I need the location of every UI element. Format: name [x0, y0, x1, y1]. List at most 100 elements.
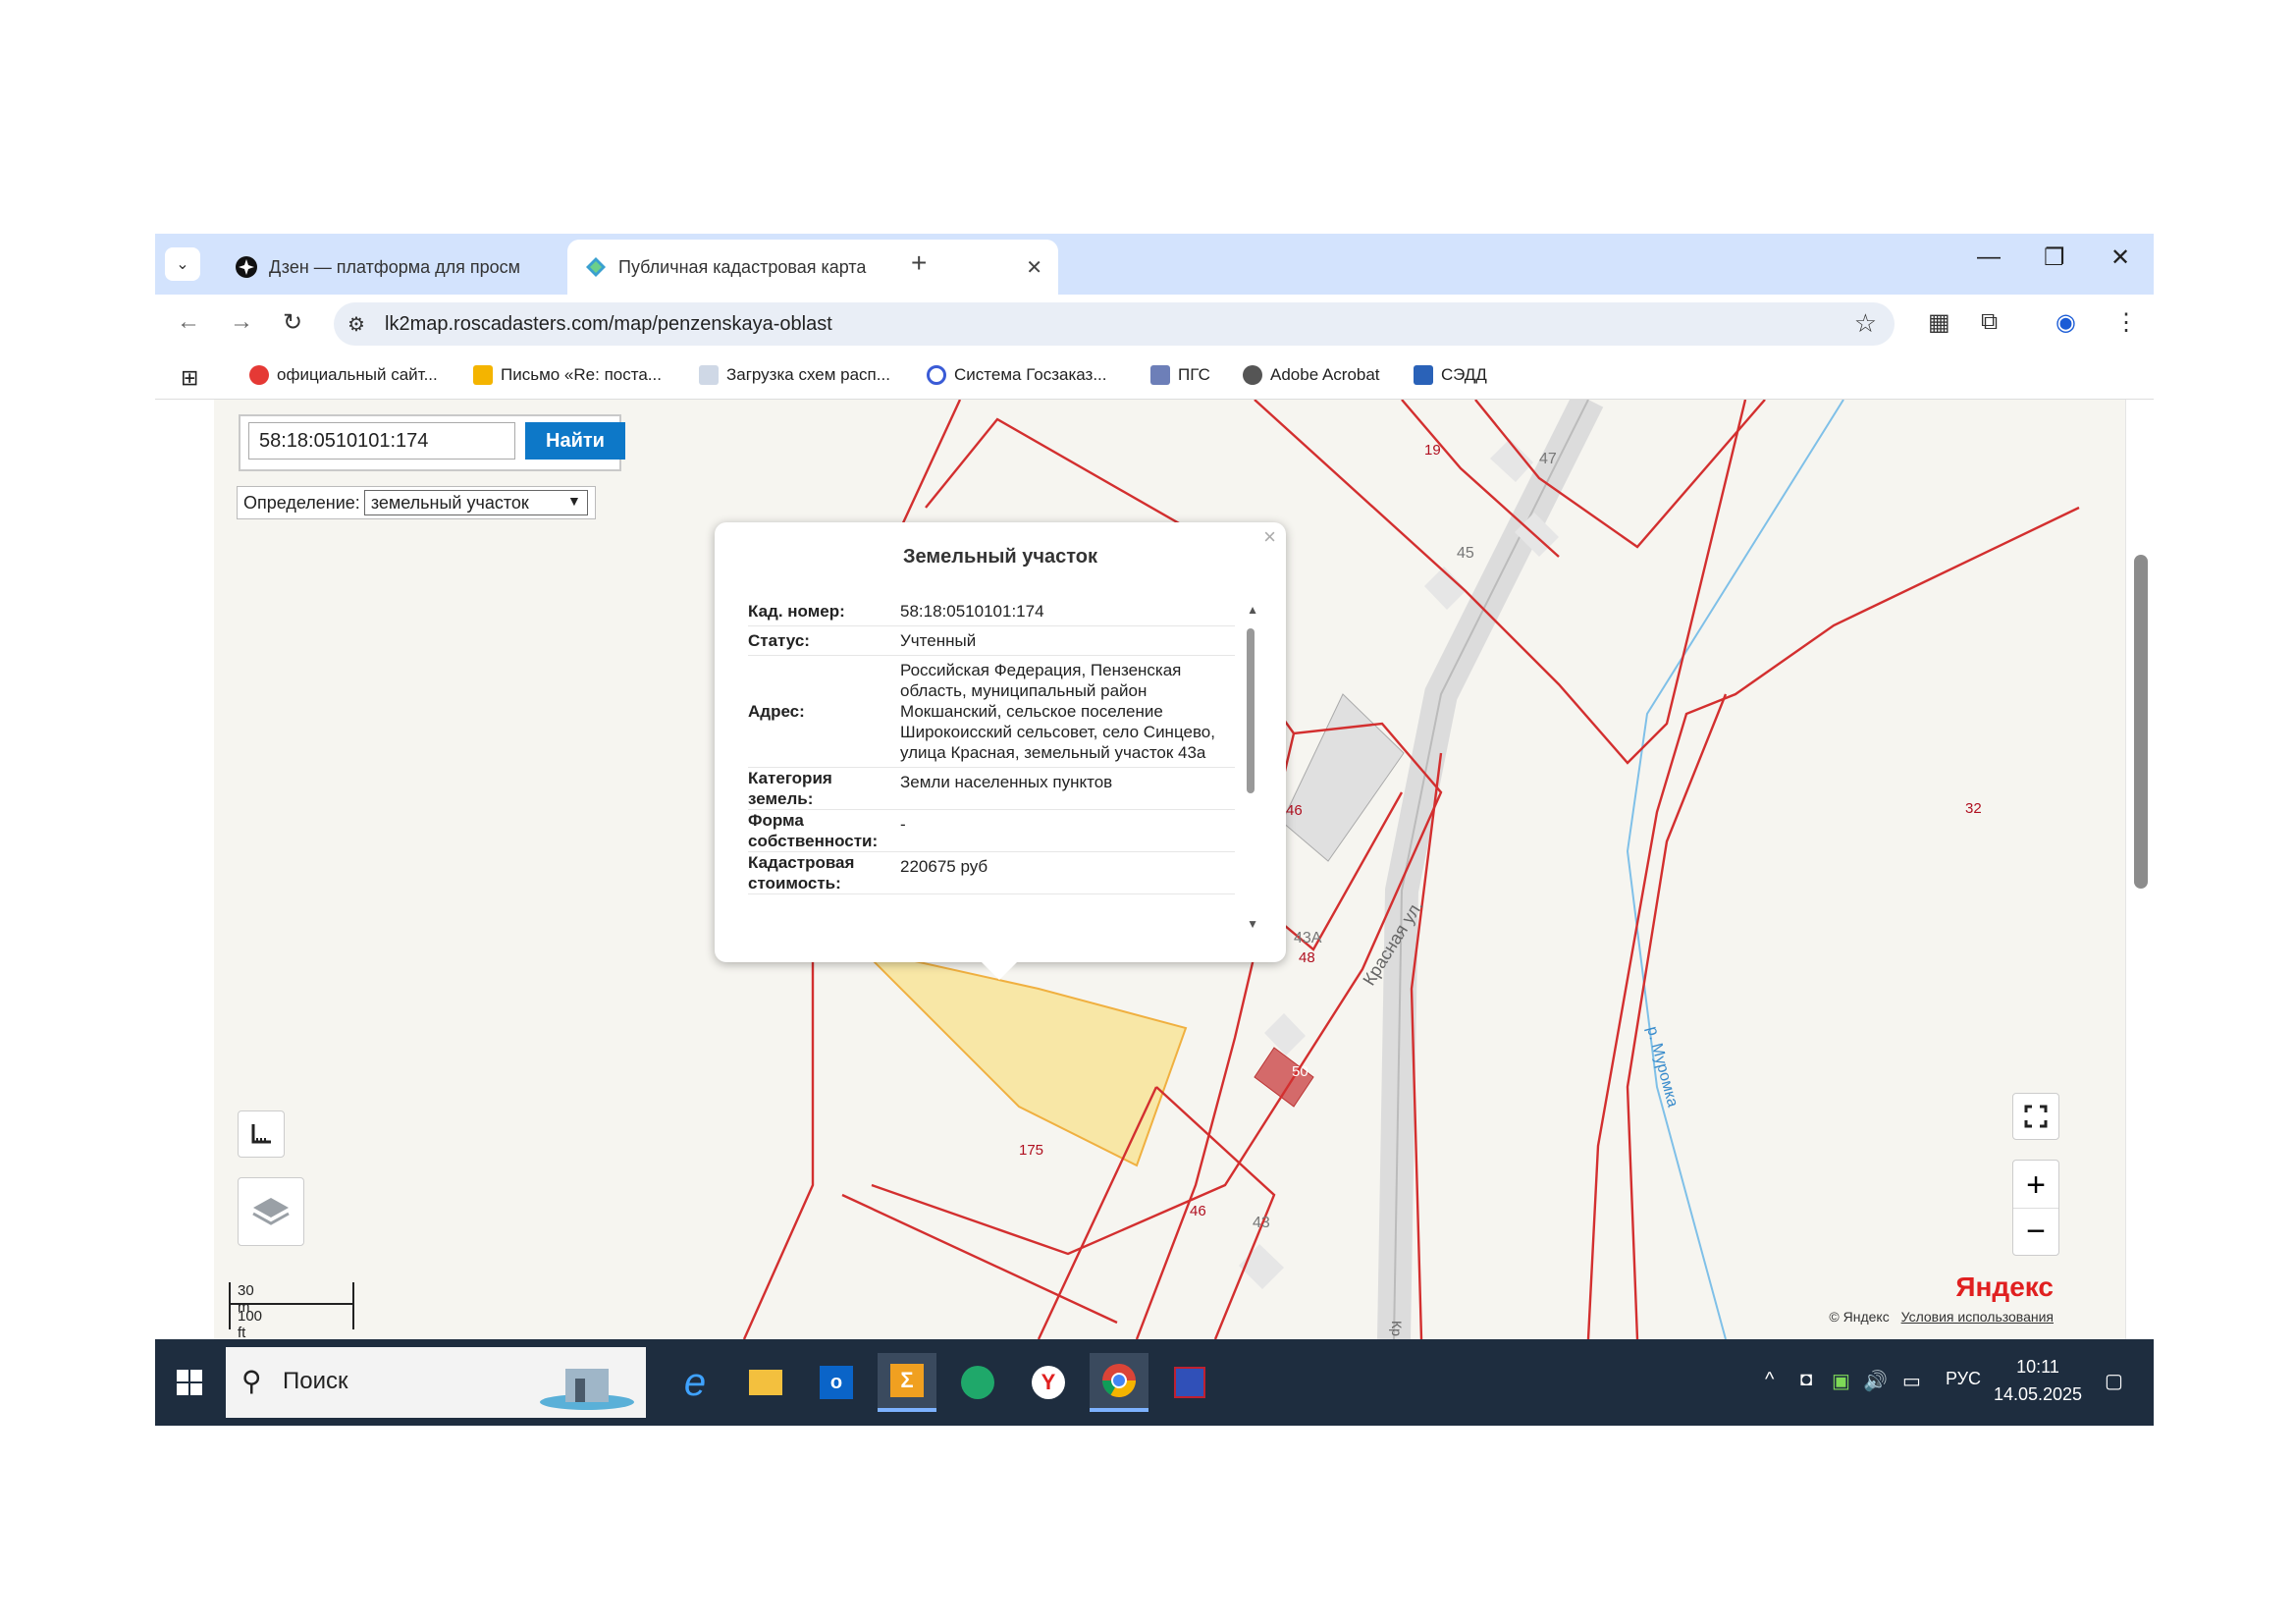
parcel-label: 46 [1190, 1203, 1206, 1219]
page-scrollbar[interactable] [2125, 400, 2154, 1339]
notifications-icon[interactable]: ▢ [2105, 1369, 2123, 1393]
page-scrollbar-thumb[interactable] [2134, 555, 2148, 889]
chevron-down-icon: ⌄ [176, 256, 189, 273]
profile-icon[interactable]: ◉ [2056, 308, 2076, 337]
zoom-control: + − [2012, 1160, 2059, 1256]
menu-icon[interactable]: ⋮ [2114, 308, 2138, 337]
restore-icon[interactable]: ❐ [2044, 244, 2065, 272]
folder-icon [749, 1370, 782, 1395]
floppy-icon [1174, 1367, 1205, 1398]
parcel-info-table: Кад. номер: 58:18:0510101:174 Статус: Учте… [748, 597, 1235, 923]
reload-icon[interactable]: ↻ [283, 308, 302, 337]
back-icon[interactable]: ← [177, 308, 200, 336]
taskbar-search[interactable]: ⚲ Поиск [226, 1347, 646, 1418]
minimize-icon[interactable]: — [1977, 244, 2001, 271]
bookmark-mail[interactable]: Письмо «Re: поста... [473, 365, 662, 385]
sigma-icon: Σ [890, 1364, 924, 1397]
yandex-browser-icon: Y [1032, 1366, 1065, 1399]
taskbar-save-app[interactable] [1160, 1353, 1219, 1412]
zoom-out-icon[interactable]: − [2013, 1207, 2058, 1254]
mail-icon [473, 365, 493, 385]
screenshot: ⌄ Дзен — платформа для просм ✕ Публичная… [155, 234, 2154, 1426]
bookmarks-bar: ⊞ официальный сайт... Письмо «Re: поста.… [155, 353, 2154, 400]
bookmark-star-icon[interactable]: ☆ [1854, 308, 1877, 339]
terms-link[interactable]: Условия использования [1901, 1309, 2054, 1325]
site-info-icon[interactable]: ⚙ [347, 312, 365, 337]
bookmark-schemes[interactable]: Загрузка схем расп... [699, 365, 890, 385]
taskbar-outlook[interactable]: o [807, 1353, 866, 1412]
scroll-up-icon[interactable]: ▲ [1247, 603, 1258, 617]
search-highlight-icon [540, 1369, 634, 1410]
definition-label: Определение: [243, 492, 360, 513]
info-row: Кад. номер: 58:18:0510101:174 [748, 597, 1235, 626]
forward-icon[interactable]: → [230, 308, 253, 336]
taskbar-explorer[interactable] [736, 1353, 795, 1412]
tray-chevron-up-icon[interactable]: ^ [1765, 1369, 1774, 1391]
bookmark-yandex[interactable]: официальный сайт... [249, 365, 438, 385]
goszakaz-icon [927, 365, 946, 385]
parcel-label: 19 [1424, 442, 1441, 459]
layers-button[interactable] [238, 1177, 304, 1246]
tab-search-button[interactable]: ⌄ [165, 247, 200, 281]
bookmark-sedd[interactable]: СЭДД [1414, 365, 1487, 385]
taskbar-chrome[interactable] [1090, 1353, 1148, 1412]
parcel-label: 32 [1965, 800, 1982, 817]
chrome-icon [1102, 1364, 1136, 1397]
popup-scrollbar-thumb[interactable] [1247, 628, 1255, 793]
taskbar-search-label: Поиск [283, 1368, 348, 1394]
search-icon: ⚲ [241, 1366, 262, 1396]
info-row: Кадастровая стоимость: 220675 руб [748, 852, 1235, 894]
tab-cadastral-map[interactable]: Публичная кадастровая карта ✕ [567, 240, 1058, 295]
internet-explorer-icon: e [683, 1360, 707, 1404]
tab-strip: ⌄ Дзен — платформа для просм ✕ Публичная… [155, 234, 2154, 295]
volume-icon[interactable]: 🔊 [1863, 1369, 1888, 1393]
tray-security-icon[interactable]: ▣ [1832, 1369, 1850, 1393]
taskbar-edge[interactable] [948, 1353, 1007, 1412]
parcel-info-popup: × Земельный участок Кад. номер: 58:18:051… [715, 522, 1286, 980]
layers-icon [252, 1198, 290, 1225]
info-row: Статус: Учтенный [748, 626, 1235, 656]
scroll-down-icon[interactable]: ▼ [1247, 917, 1258, 931]
building-label: 43А [1294, 930, 1322, 947]
close-window-icon[interactable]: ✕ [2110, 244, 2130, 272]
address-bar[interactable]: ⚙ lk2map.roscadasters.com/map/penzenskay… [334, 302, 1895, 346]
building-label: 47 [1539, 451, 1557, 467]
edge-icon [961, 1366, 994, 1399]
bookmark-pgs[interactable]: ПГС [1150, 365, 1210, 385]
taskbar-ie[interactable]: e [666, 1353, 724, 1412]
language-indicator[interactable]: РУС [1946, 1369, 1981, 1389]
outlook-icon: o [820, 1366, 853, 1399]
start-button[interactable] [155, 1339, 224, 1426]
emblem-icon [1150, 365, 1170, 385]
cadastral-favicon-icon [586, 257, 606, 277]
close-tab-icon[interactable]: ✕ [1026, 255, 1042, 280]
network-icon[interactable]: ▭ [1902, 1369, 1921, 1393]
extension-icon[interactable]: ▦ [1928, 308, 1950, 337]
taskbar-yandex-browser[interactable]: Y [1019, 1353, 1078, 1412]
zoom-in-icon[interactable]: + [2026, 1163, 2046, 1208]
building-label: 45 [1457, 545, 1474, 562]
windows-taskbar: ⚲ Поиск e o Σ Y ^ ◘ ▣ 🔊 ▭ РУС 10:11 14.0… [155, 1339, 2154, 1426]
yandex-logo: Яндекс [1955, 1272, 2054, 1302]
map-attribution: © Яндекс Условия использования [1829, 1309, 2054, 1325]
new-tab-icon[interactable]: + [911, 247, 927, 279]
fullscreen-button[interactable] [2012, 1093, 2059, 1140]
bookmark-acrobat[interactable]: Adobe Acrobat [1243, 365, 1380, 385]
apps-grid-icon[interactable]: ⊞ [181, 365, 198, 391]
tab-title: Публичная кадастровая карта [618, 256, 867, 277]
cadastral-map[interactable]: Красная ул. р. Муромка Кр 19 46 32 48 17… [155, 400, 2154, 1339]
puzzle-icon[interactable]: ⧉ [1981, 308, 1998, 336]
windows-logo-icon [177, 1370, 202, 1395]
building-label: 43 [1253, 1215, 1270, 1231]
info-row: Адрес: Российская Федерация, Пензенская о… [748, 656, 1235, 768]
definition-select[interactable]: земельный участок ▼ [363, 490, 588, 515]
find-button[interactable]: Найти [525, 422, 625, 460]
yandex-icon [249, 365, 269, 385]
taskbar-sigma[interactable]: Σ [878, 1353, 936, 1412]
taskbar-clock[interactable]: 10:11 14.05.2025 [1989, 1353, 2087, 1408]
cadastral-number-input[interactable] [248, 422, 515, 460]
ruler-button[interactable] [238, 1110, 285, 1158]
bookmark-goszakaz[interactable]: Система Госзаказ... [927, 365, 1107, 385]
tray-meet-icon[interactable]: ◘ [1800, 1369, 1812, 1391]
definition-control: Определение: земельный участок ▼ [237, 486, 596, 519]
